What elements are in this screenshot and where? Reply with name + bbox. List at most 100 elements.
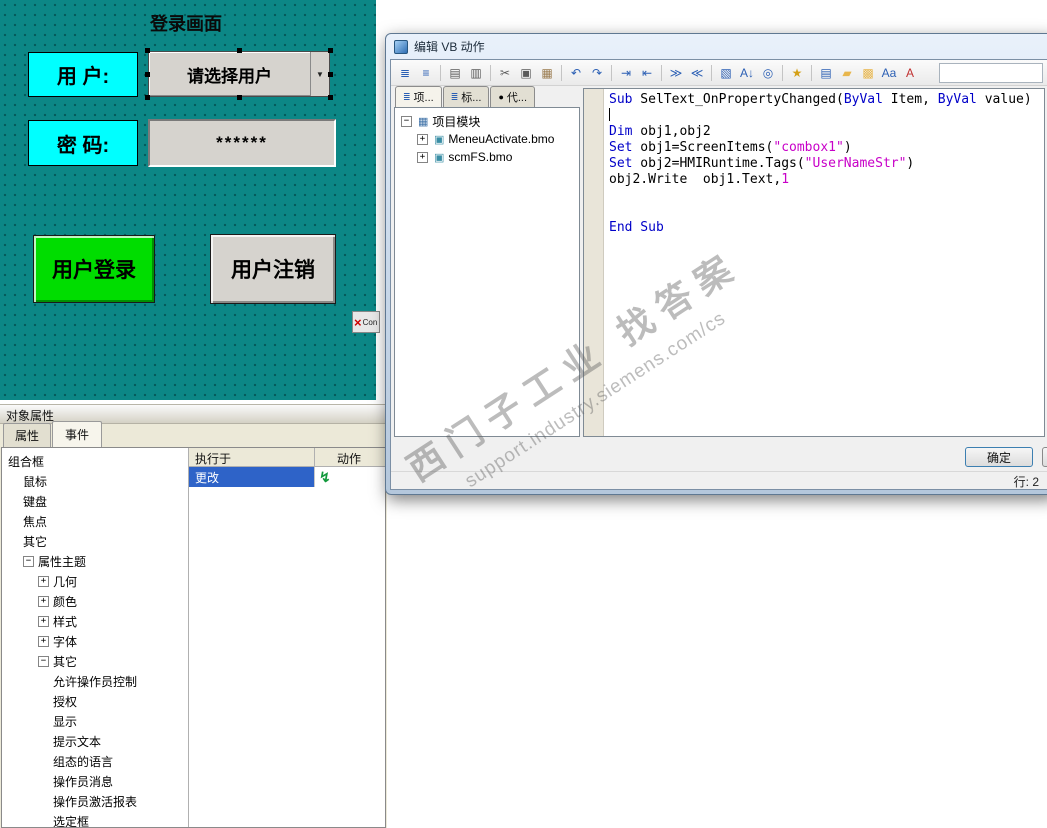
selection-handle[interactable] [237, 95, 242, 100]
selection-handle[interactable] [145, 95, 150, 100]
tree-expand-icon[interactable]: + [38, 595, 49, 607]
code-line[interactable]: Dim obj1,obj2 [609, 124, 1044, 140]
bookmark-icon[interactable]: ▧ [716, 63, 736, 83]
tree-expand-icon[interactable]: + [417, 151, 428, 163]
property-tree-item[interactable]: 组合框 [2, 451, 188, 471]
tree-expand-icon[interactable]: + [38, 615, 49, 627]
property-tree-item[interactable]: + 几何 [2, 571, 188, 591]
selection-handle[interactable] [145, 72, 150, 77]
property-tree-item[interactable]: 操作员激活报表 [2, 791, 188, 811]
event-row-change[interactable]: 更改 ↯ [189, 467, 385, 487]
package-icon[interactable]: ▩ [858, 63, 878, 83]
code-line[interactable]: Set obj1=ScreenItems("combox1") [609, 140, 1044, 156]
clipped-button[interactable] [1042, 447, 1047, 467]
paste-icon[interactable]: ▦ [537, 63, 557, 83]
dialog-titlebar[interactable]: 编辑 VB 动作 [386, 34, 1047, 59]
property-tree-item[interactable]: 其它 [2, 531, 188, 551]
code-line[interactable]: End Sub [609, 220, 1044, 236]
property-tree-item[interactable]: − 其它 [2, 651, 188, 671]
key-icon[interactable]: ★ [787, 63, 807, 83]
redo-icon[interactable]: ↷ [587, 63, 607, 83]
code-line[interactable] [609, 204, 1044, 220]
print-icon[interactable]: ▤ [445, 63, 465, 83]
vb-tab-1[interactable]: ≣ 项... [395, 86, 442, 107]
code-line[interactable] [609, 188, 1044, 204]
column-header-trigger[interactable]: 执行于 [189, 448, 315, 466]
indent-increase-icon[interactable]: ⇥ [616, 63, 636, 83]
property-tree-item[interactable]: 提示文本 [2, 731, 188, 751]
uncomment-lines-icon[interactable]: ≪ [687, 63, 707, 83]
property-tree-item[interactable]: 鼠标 [2, 471, 188, 491]
find-icon[interactable]: ◎ [758, 63, 778, 83]
tree-expand-icon[interactable]: − [38, 655, 49, 667]
project-tree-item[interactable]: + ▣ scmFS.bmo [397, 148, 577, 166]
logout-button[interactable]: 用户注销 [210, 234, 336, 304]
property-tree-item[interactable]: 选定框 [2, 811, 188, 828]
font-asian-icon[interactable]: A [900, 63, 920, 83]
ok-button[interactable]: 确定 [965, 447, 1033, 467]
event-trigger-cell[interactable]: 更改 [189, 467, 315, 487]
code-editor[interactable]: Sub SelText_OnPropertyChanged(ByVal Item… [583, 88, 1045, 437]
tree-expand-icon[interactable]: + [38, 575, 49, 587]
selection-handle[interactable] [328, 48, 333, 53]
event-action-cell[interactable]: ↯ [315, 467, 385, 487]
code-line[interactable]: Set obj2=HMIRuntime.Tags("UserNameStr") [609, 156, 1044, 172]
property-tree-item[interactable]: − 属性主题 [2, 551, 188, 571]
tree-expand-icon[interactable]: − [401, 115, 412, 127]
vb-tab-2[interactable]: ≣ 标... [442, 86, 490, 107]
copy-icon[interactable]: ▣ [516, 63, 536, 83]
selection-handle[interactable] [328, 95, 333, 100]
code-line[interactable]: Sub SelText_OnPropertyChanged(ByVal Item… [609, 92, 1044, 108]
selection-handle[interactable] [237, 48, 242, 53]
toolbar-separator [811, 64, 812, 81]
sort-az-icon[interactable]: A↓ [737, 63, 757, 83]
code-line[interactable] [609, 108, 1044, 124]
property-tree-item[interactable]: 允许操作员控制 [2, 671, 188, 691]
property-tree-item[interactable]: + 颜色 [2, 591, 188, 611]
property-tree-item[interactable]: 操作员消息 [2, 771, 188, 791]
font-latin-icon[interactable]: Aa [879, 63, 899, 83]
password-field[interactable]: ****** [148, 119, 336, 167]
property-tree-item[interactable]: 焦点 [2, 511, 188, 531]
login-button[interactable]: 用户登录 [33, 235, 155, 303]
module-book-icon[interactable]: ▤ [816, 63, 836, 83]
tree-expand-icon[interactable]: + [417, 133, 428, 145]
broken-control-placeholder[interactable]: × Con [352, 311, 380, 333]
property-tree-item[interactable]: + 字体 [2, 631, 188, 651]
object-list-icon[interactable]: ≡ [416, 63, 436, 83]
undo-icon[interactable]: ↶ [566, 63, 586, 83]
tree-expand-icon[interactable]: − [23, 555, 34, 567]
combobox-dropdown-button[interactable]: ▼ [310, 52, 329, 96]
project-tree-item[interactable]: − ▦ 项目模块 [397, 112, 577, 130]
vb-tab-3[interactable]: ● 代... [490, 86, 536, 107]
user-label-box[interactable]: 用 户: [28, 52, 138, 97]
property-tree-item[interactable]: + 样式 [2, 611, 188, 631]
password-label-box[interactable]: 密 码: [28, 120, 138, 166]
indent-decrease-icon[interactable]: ⇤ [637, 63, 657, 83]
properties-window-icon[interactable]: ≣ [395, 63, 415, 83]
tree-expand-icon[interactable]: + [38, 635, 49, 647]
combobox-body[interactable]: 请选择用户 ▼ [148, 51, 330, 97]
user-combobox[interactable]: 请选择用户 ▼ [145, 48, 333, 100]
selection-handle[interactable] [328, 72, 333, 77]
hmi-screen-editor[interactable]: 登录画面 用 户: 请选择用户 ▼ 密 码: ****** 用户登录 用户注销 … [0, 0, 380, 400]
vb-script-icon[interactable]: ↯ [319, 469, 331, 486]
folder-icon[interactable]: ▰ [837, 63, 857, 83]
property-tree-item[interactable]: 授权 [2, 691, 188, 711]
comment-lines-icon[interactable]: ≫ [666, 63, 686, 83]
property-tree-item[interactable]: 显示 [2, 711, 188, 731]
project-tree-item[interactable]: + ▣ MeneuActivate.bmo [397, 130, 577, 148]
toolbar-edit-box[interactable] [939, 63, 1043, 83]
tab-properties[interactable]: 属性 [3, 423, 52, 447]
code-line[interactable]: obj2.Write obj1.Text,1 [609, 172, 1044, 188]
print-preview-icon[interactable]: ▥ [466, 63, 486, 83]
code-segment: Sub [609, 92, 633, 107]
code-editor-lines[interactable]: Sub SelText_OnPropertyChanged(ByVal Item… [604, 89, 1044, 436]
property-tree-item[interactable]: 组态的语言 [2, 751, 188, 771]
selection-handle[interactable] [145, 48, 150, 53]
tab-events[interactable]: 事件 [52, 421, 103, 447]
cut-icon[interactable]: ✂ [495, 63, 515, 83]
property-tree-item[interactable]: 键盘 [2, 491, 188, 511]
column-header-action[interactable]: 动作 [315, 448, 385, 466]
tree-item-label: 其它 [23, 534, 48, 549]
